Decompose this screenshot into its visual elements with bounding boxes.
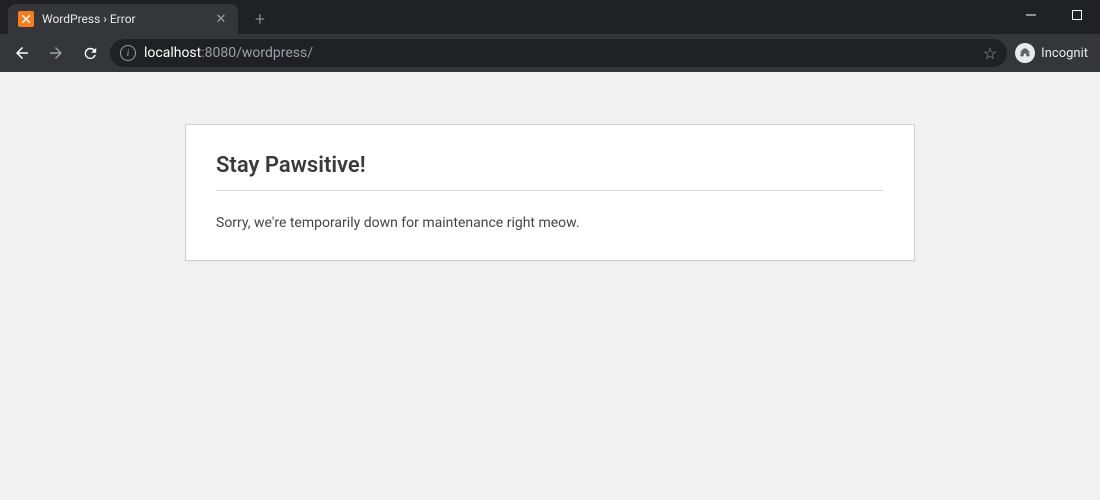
tab-strip: WordPress › Error ✕ + [0, 0, 274, 34]
reload-button[interactable] [76, 39, 104, 67]
maximize-button[interactable] [1054, 0, 1100, 30]
minimize-button[interactable] [1008, 0, 1054, 30]
back-button[interactable] [8, 39, 36, 67]
close-icon[interactable]: ✕ [214, 12, 228, 26]
error-heading: Stay Pawsitive! [216, 153, 884, 191]
site-info-icon[interactable]: i [120, 45, 136, 61]
incognito-indicator[interactable]: Incognit [1013, 43, 1092, 63]
window-controls [1008, 0, 1100, 30]
url-host: localhost [144, 45, 201, 61]
error-card: Stay Pawsitive! Sorry, we're temporarily… [185, 124, 915, 261]
xampp-favicon-icon [18, 11, 34, 27]
tab-title: WordPress › Error [42, 12, 206, 26]
browser-toolbar: i localhost:8080/wordpress/ ☆ Incognit [0, 34, 1100, 72]
browser-tab[interactable]: WordPress › Error ✕ [8, 4, 238, 34]
bookmark-star-icon[interactable]: ☆ [983, 44, 997, 63]
incognito-label: Incognit [1041, 46, 1088, 61]
url-path: :8080/wordpress/ [201, 45, 313, 61]
url-text: localhost:8080/wordpress/ [144, 45, 975, 61]
page-viewport: Stay Pawsitive! Sorry, we're temporarily… [0, 72, 1100, 500]
new-tab-button[interactable]: + [246, 5, 274, 33]
forward-button[interactable] [42, 39, 70, 67]
window-titlebar: WordPress › Error ✕ + [0, 0, 1100, 34]
error-message: Sorry, we're temporarily down for mainte… [216, 213, 884, 234]
address-bar[interactable]: i localhost:8080/wordpress/ ☆ [110, 39, 1007, 67]
incognito-icon [1015, 43, 1035, 63]
